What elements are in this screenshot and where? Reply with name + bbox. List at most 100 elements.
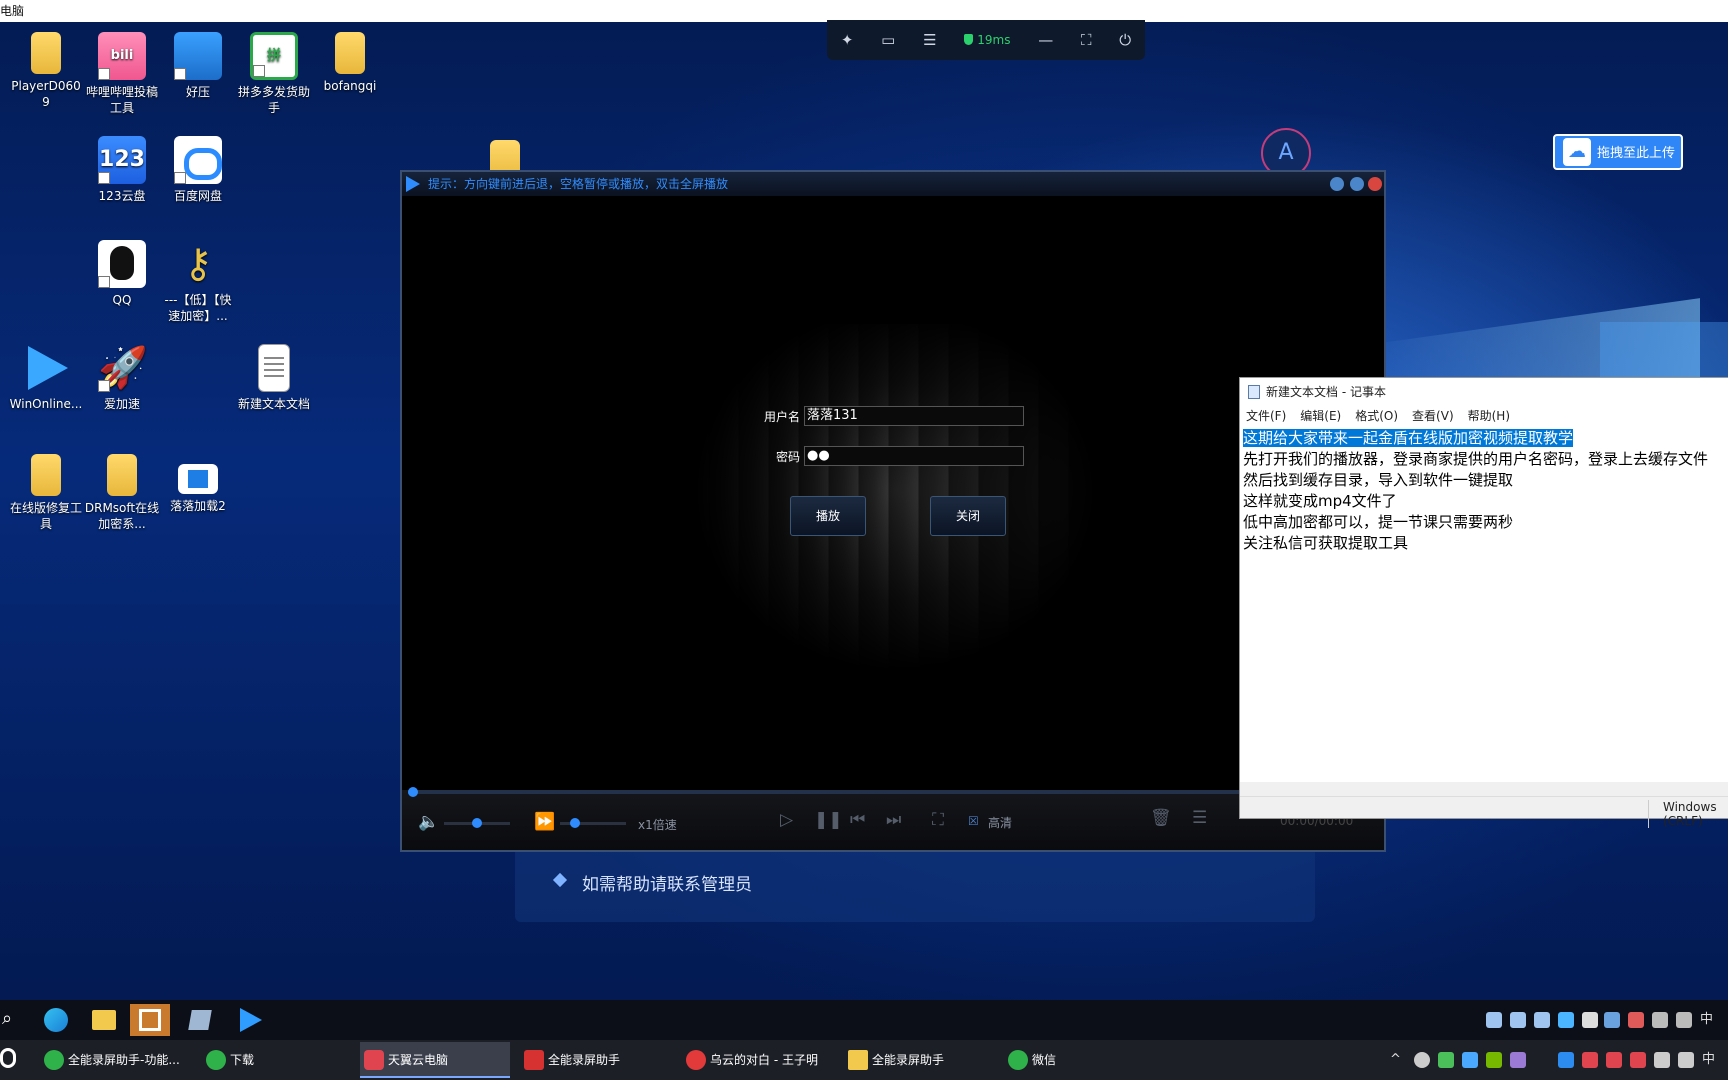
- desktop-icon-pdd[interactable]: 拼 拼多多发货助手: [236, 32, 312, 116]
- progress-bar[interactable]: [408, 787, 1380, 797]
- volume-muted-icon[interactable]: [1676, 1012, 1692, 1028]
- progress-knob[interactable]: [408, 787, 418, 797]
- search-icon[interactable]: [0, 1048, 16, 1068]
- minimize-button[interactable]: [1330, 177, 1344, 191]
- desktop-icon-drmsoft[interactable]: DRMsoft在线加密系...: [84, 454, 160, 532]
- speed-icon[interactable]: ⏩: [534, 812, 555, 832]
- desktop-icon-repair-tool[interactable]: 在线版修复工具: [8, 454, 84, 532]
- desktop-icon-haozip[interactable]: 好压: [160, 32, 236, 100]
- speed-label: x1倍速: [638, 818, 677, 832]
- pin-icon[interactable]: ✦: [841, 31, 854, 49]
- password-input[interactable]: ●●: [804, 446, 1024, 466]
- play-button[interactable]: 播放: [790, 496, 866, 536]
- playlist-icon[interactable]: ☰: [1192, 808, 1207, 828]
- tray-app-icon[interactable]: [1606, 1052, 1622, 1068]
- tray-app-icon[interactable]: [1582, 1052, 1598, 1068]
- notepad-text-area[interactable]: 这期给大家带来一起金盾在线版加密视频提取教学 先打开我们的播放器，登录商家提供的…: [1240, 428, 1728, 768]
- previous-icon[interactable]: ⏮: [850, 810, 865, 830]
- tray-app-icon[interactable]: [1534, 1012, 1550, 1028]
- tray-app-icon[interactable]: [1438, 1052, 1454, 1068]
- ime-indicator[interactable]: 中: [1700, 1000, 1713, 1040]
- desktop-icon-luoluo2[interactable]: 落落加载2: [160, 454, 236, 514]
- text-line: 然后找到缓存目录，导入到软件一键提取: [1243, 471, 1514, 489]
- notepad-taskbar-icon[interactable]: [180, 1004, 220, 1036]
- remote-window-titlebar: 电脑: [0, 0, 1728, 22]
- task-music-player[interactable]: 乌云的对白 - 王子明: [682, 1042, 832, 1078]
- file-explorer-icon[interactable]: [84, 1004, 124, 1036]
- microphone-icon[interactable]: [1414, 1052, 1430, 1068]
- task-screen-recorder[interactable]: 全能录屏助手: [520, 1042, 670, 1078]
- chevron-up-icon[interactable]: ^: [1390, 1040, 1401, 1080]
- desktop-icon-bilibili[interactable]: bili 哔哩哔哩投稿工具: [84, 32, 160, 116]
- play-icon[interactable]: ▷: [780, 810, 793, 830]
- menu-view[interactable]: 查看(V): [1412, 406, 1454, 426]
- speed-slider[interactable]: [560, 818, 626, 828]
- close-window-button[interactable]: [1368, 177, 1382, 191]
- tray-app-icon[interactable]: [1510, 1052, 1526, 1068]
- tray-app-icon[interactable]: [1628, 1012, 1644, 1028]
- folder-icon: [107, 454, 137, 496]
- tray-app-icon[interactable]: [1630, 1052, 1646, 1068]
- menu-format[interactable]: 格式(O): [1355, 406, 1398, 426]
- desktop-icon-encrypt-tool[interactable]: ⚷ ---【低】【快速加密】...: [160, 240, 236, 324]
- tray-app-icon[interactable]: [1486, 1012, 1502, 1028]
- archive-icon: [174, 32, 222, 80]
- desktop-icon-123pan[interactable]: 123 123云盘: [84, 136, 160, 204]
- notepad-titlebar: 新建文本文档 - 记事本: [1240, 378, 1728, 406]
- menu-help[interactable]: 帮助(H): [1468, 406, 1510, 426]
- trash-icon[interactable]: 🗑: [1150, 808, 1172, 828]
- ime-indicator[interactable]: 中: [1702, 1040, 1715, 1080]
- power-icon[interactable]: ⏻: [1119, 31, 1131, 49]
- desktop-icon-winonline[interactable]: WinOnline...: [8, 344, 84, 412]
- volume-slider[interactable]: [444, 818, 510, 828]
- menu-edit[interactable]: 编辑(E): [1300, 406, 1341, 426]
- pause-icon[interactable]: ❚❚: [814, 810, 843, 830]
- nvidia-icon[interactable]: [1486, 1052, 1502, 1068]
- desktop-icon-ijiasu[interactable]: 🚀 爱加速: [84, 344, 160, 412]
- cast-icon[interactable]: ▭: [881, 31, 895, 49]
- desktop-icon-bofangqi[interactable]: bofangqi: [312, 32, 388, 94]
- tray-app-icon[interactable]: [1510, 1012, 1526, 1028]
- text-line: 低中高加密都可以，提一节课只需要两秒: [1243, 513, 1514, 531]
- task-screen-recorder-features[interactable]: 全能录屏助手-功能...: [40, 1042, 190, 1078]
- task-tianyi-cloud-pc[interactable]: 天翼云电脑: [360, 1042, 510, 1078]
- fullscreen-icon[interactable]: ⛶: [932, 810, 944, 830]
- hd-checkbox[interactable]: ☒: [968, 814, 979, 828]
- tray-app-icon[interactable]: [1558, 1012, 1574, 1028]
- edge-icon[interactable]: [36, 1004, 76, 1036]
- maximize-button[interactable]: [1350, 177, 1364, 191]
- drag-upload-button[interactable]: 拖拽至此上传: [1553, 134, 1683, 170]
- tray-app-icon[interactable]: [1558, 1052, 1574, 1068]
- network-icon[interactable]: [1652, 1012, 1668, 1028]
- desktop-icon-new-text-doc[interactable]: 新建文本文档: [236, 344, 312, 412]
- folder-icon: [335, 32, 365, 74]
- task-screen-recorder-folder[interactable]: 全能录屏助手: [844, 1042, 994, 1078]
- minimize-icon[interactable]: —: [1038, 31, 1053, 49]
- task-downloads[interactable]: 下载: [202, 1042, 342, 1078]
- notepad-menubar: 文件(F) 编辑(E) 格式(O) 查看(V) 帮助(H): [1240, 406, 1728, 426]
- volume-icon[interactable]: 🔈: [418, 812, 439, 832]
- tray-app-icon[interactable]: [1604, 1012, 1620, 1028]
- desktop-icon-playerd0609[interactable]: PlayerD0609: [8, 32, 84, 110]
- menu-file[interactable]: 文件(F): [1246, 406, 1286, 426]
- network-icon[interactable]: [1654, 1052, 1670, 1068]
- close-button[interactable]: 关闭: [930, 496, 1006, 536]
- next-icon[interactable]: ⏭: [886, 810, 901, 830]
- fullscreen-icon[interactable]: ⛶: [1081, 31, 1092, 49]
- search-icon[interactable]: ⌕: [2, 1008, 12, 1029]
- tray-app-icon[interactable]: [1582, 1012, 1598, 1028]
- menu-icon[interactable]: ☰: [923, 31, 936, 49]
- app-grid-icon[interactable]: [130, 1004, 170, 1036]
- horizontal-scrollbar[interactable]: [1240, 782, 1728, 796]
- player-logo-icon: [406, 176, 420, 192]
- tray-app-icon[interactable]: [1462, 1052, 1478, 1068]
- desktop-icon-qq[interactable]: QQ: [84, 240, 160, 308]
- folder-icon: [31, 32, 61, 74]
- player-controls: 🔈 ⏩ x1倍速 ▷ ❚❚ ⏮ ⏭ ⛶ ☒ 高清 🗑 ☰ 00:00/00:00: [402, 787, 1384, 850]
- player-taskbar-icon[interactable]: [230, 1004, 270, 1036]
- icon-label: QQ: [112, 293, 132, 307]
- desktop-icon-baidupan[interactable]: 百度网盘: [160, 136, 236, 204]
- volume-icon[interactable]: [1678, 1052, 1694, 1068]
- task-wechat[interactable]: 微信: [1004, 1042, 1154, 1078]
- username-input[interactable]: 落落131: [804, 406, 1024, 426]
